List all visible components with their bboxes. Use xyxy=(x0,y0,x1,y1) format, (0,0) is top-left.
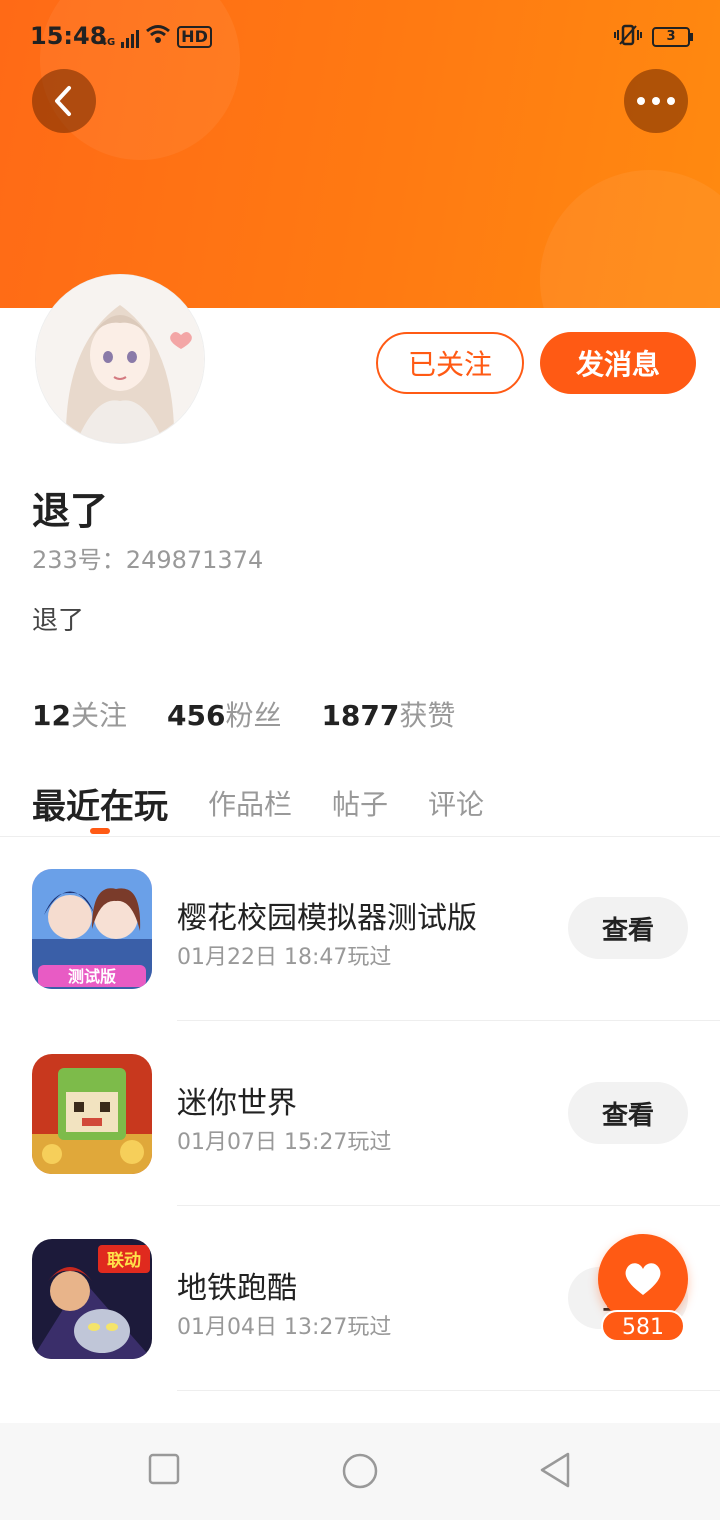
stat-fans[interactable]: 456粉丝 xyxy=(167,694,281,734)
profile-header-banner: 15:48 4G HD 3 xyxy=(0,0,720,308)
chevron-left-icon xyxy=(55,86,71,116)
network-type: 4G xyxy=(100,37,116,48)
list-item[interactable]: 测试版 樱花校园模拟器测试版 01月22日 18:47玩过 查看 xyxy=(0,837,720,1021)
signal-icon xyxy=(121,30,140,48)
game-icon-badge: 测试版 xyxy=(68,967,116,986)
stat-fans-value: 456 xyxy=(166,699,226,732)
list-item[interactable]: 迷你世界 01月07日 15:27玩过 查看 xyxy=(0,1022,720,1206)
heart-icon xyxy=(625,1263,661,1295)
profile-tabs: 最近在玩 作品栏 帖子 评论 xyxy=(32,770,484,836)
user-bio: 退了 xyxy=(32,606,85,636)
home-icon[interactable] xyxy=(341,1452,379,1490)
stat-likes-value: 1877 xyxy=(321,699,400,732)
system-navigation-bar xyxy=(0,1423,720,1520)
user-name: 退了 xyxy=(32,489,109,533)
back-nav-icon[interactable] xyxy=(538,1451,572,1489)
battery-indicator: 3 xyxy=(652,27,693,47)
game-title: 地铁跑酷 xyxy=(177,1271,297,1306)
game-played-time: 01月07日 15:27玩过 xyxy=(177,1130,392,1155)
more-options-button[interactable] xyxy=(624,69,688,133)
user-id: 233号：249871374 xyxy=(32,546,264,574)
tab-recently-played[interactable]: 最近在玩 xyxy=(32,779,168,828)
game-icon xyxy=(32,1054,152,1174)
game-icon-badge: 联动 xyxy=(107,1251,141,1271)
view-game-button[interactable]: 查看 xyxy=(568,897,688,959)
avatar[interactable] xyxy=(36,275,204,443)
vibrate-icon xyxy=(614,24,642,50)
status-time: 15:48 xyxy=(30,22,107,50)
game-played-time: 01月22日 18:47玩过 xyxy=(177,945,392,970)
stat-likes: 1877获赞 xyxy=(321,694,455,734)
tab-comments[interactable]: 评论 xyxy=(428,783,484,823)
stat-following-value: 12 xyxy=(32,699,71,732)
tab-works[interactable]: 作品栏 xyxy=(208,783,292,823)
signal-indicators: 4G HD xyxy=(100,24,212,48)
status-bar: 15:48 4G HD 3 xyxy=(30,20,693,54)
wifi-icon xyxy=(145,24,171,48)
tab-posts[interactable]: 帖子 xyxy=(332,783,388,823)
back-button[interactable] xyxy=(32,69,96,133)
stat-fans-label: 粉丝 xyxy=(225,699,282,732)
game-icon: 测试版 xyxy=(32,869,152,989)
like-count: 581 xyxy=(601,1310,685,1342)
active-tab-indicator xyxy=(90,828,110,834)
more-horizontal-icon xyxy=(637,97,675,105)
recent-apps-icon[interactable] xyxy=(148,1453,180,1485)
stat-following-label: 关注 xyxy=(70,699,127,732)
game-title: 樱花校园模拟器测试版 xyxy=(177,901,477,936)
stat-likes-label: 获赞 xyxy=(399,699,456,732)
stat-following[interactable]: 12关注 xyxy=(32,694,127,734)
followed-button[interactable]: 已关注 xyxy=(376,332,524,394)
send-message-button[interactable]: 发消息 xyxy=(540,332,696,394)
hd-badge: HD xyxy=(177,26,212,48)
game-played-time: 01月04日 13:27玩过 xyxy=(177,1315,392,1340)
divider xyxy=(177,1205,720,1206)
game-icon: 联动 xyxy=(32,1239,152,1359)
game-title: 迷你世界 xyxy=(177,1086,297,1121)
divider xyxy=(177,1390,720,1391)
divider xyxy=(177,1020,720,1021)
view-game-button[interactable]: 查看 xyxy=(568,1082,688,1144)
user-stats: 12关注 456粉丝 1877获赞 xyxy=(32,694,455,734)
